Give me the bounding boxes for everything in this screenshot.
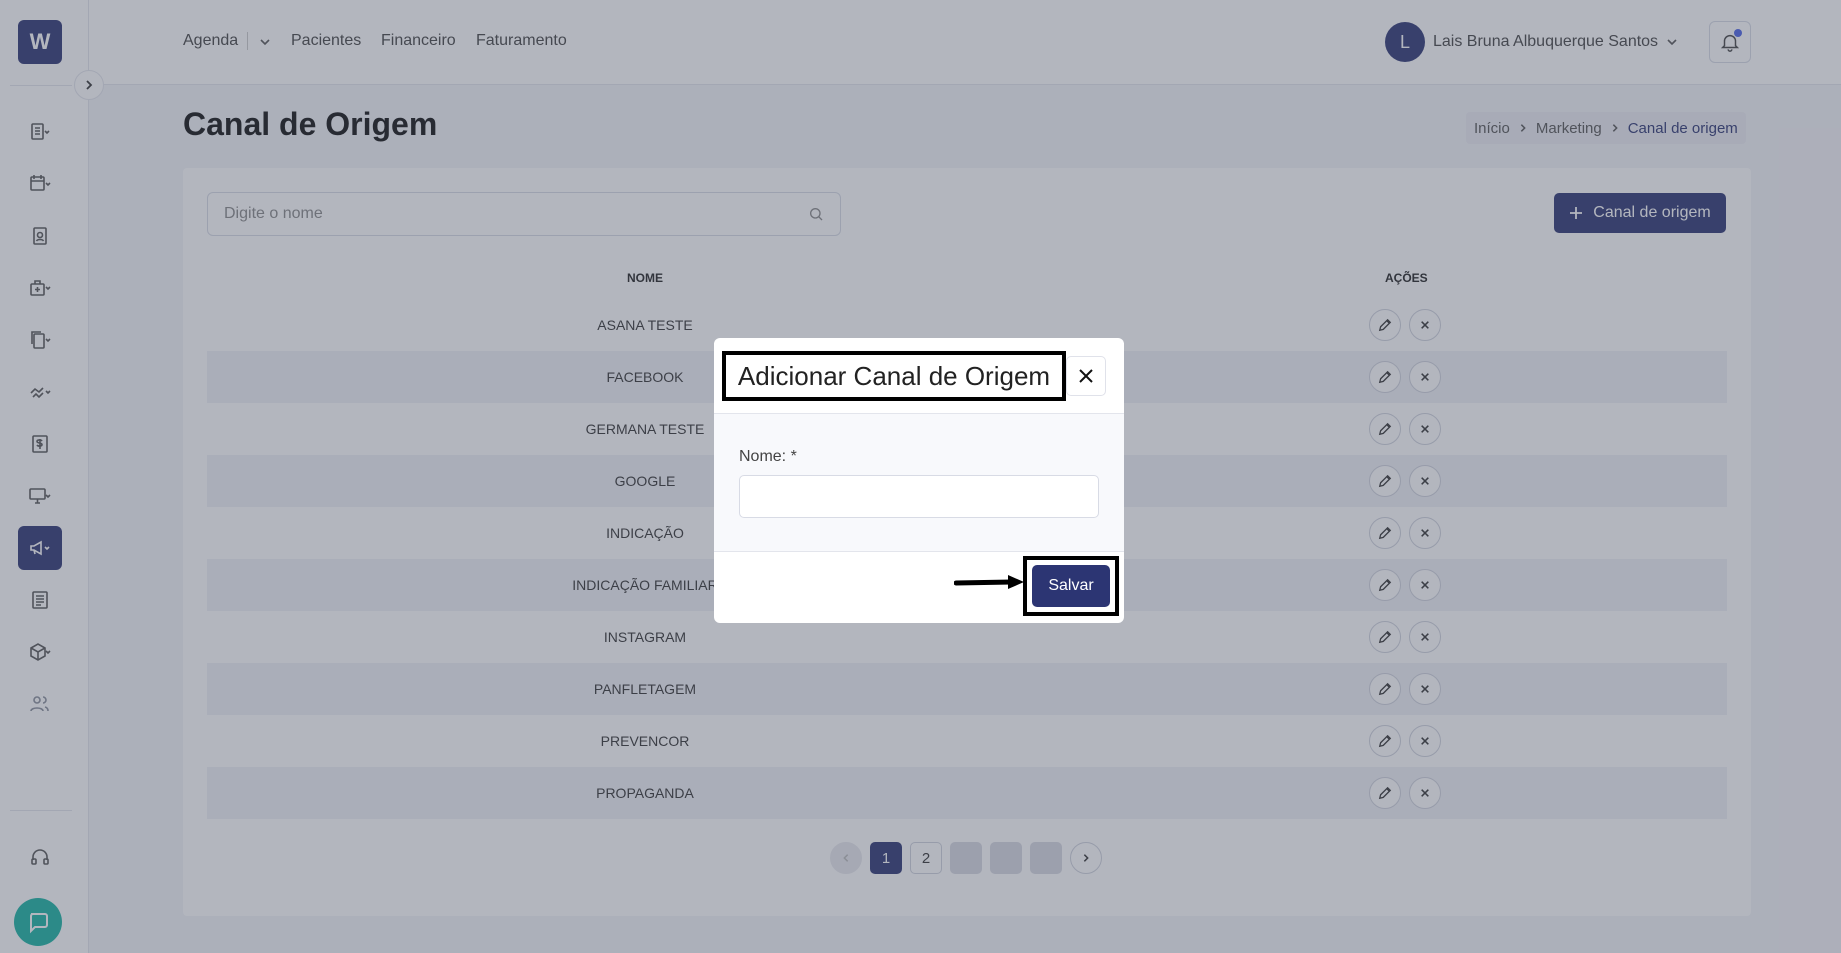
add-canal-modal: Adicionar Canal de Origem Nome: * Salvar (714, 338, 1124, 623)
arrow-annotation-icon (954, 575, 1024, 589)
save-button[interactable]: Salvar (1032, 565, 1110, 607)
modal-body: Nome: * (714, 414, 1124, 551)
modal-header: Adicionar Canal de Origem (714, 338, 1124, 414)
close-icon (1079, 369, 1093, 383)
modal-footer: Salvar (714, 551, 1124, 623)
save-button-highlight: Salvar (1023, 556, 1119, 616)
nome-field[interactable] (739, 475, 1099, 518)
nome-field-label: Nome: * (739, 448, 797, 465)
modal-title: Adicionar Canal de Origem (722, 351, 1066, 401)
modal-close-button[interactable] (1066, 356, 1106, 396)
